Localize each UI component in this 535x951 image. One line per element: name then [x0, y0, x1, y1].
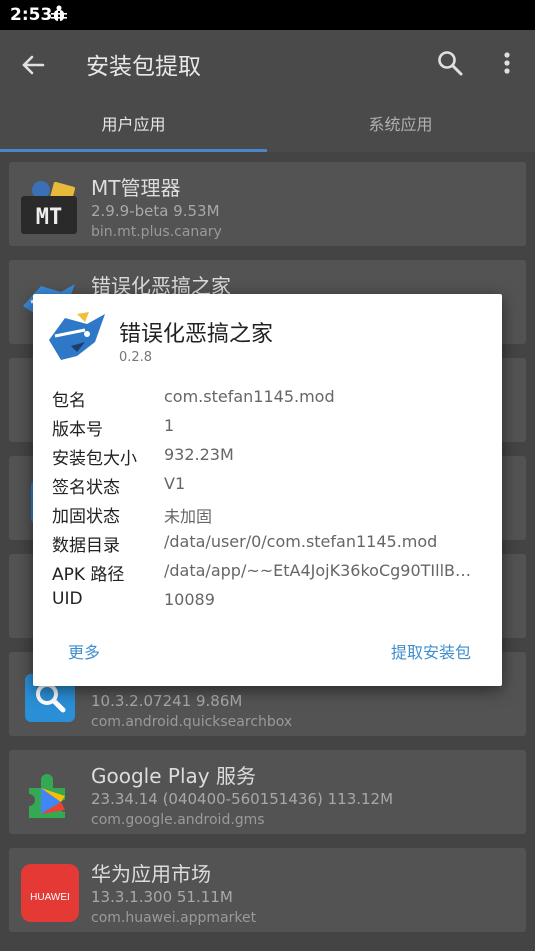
google-play-services-icon: [21, 766, 77, 822]
info-label: 数据目录: [52, 536, 120, 556]
status-time: 2:53: [10, 5, 53, 25]
back-button[interactable]: [16, 48, 50, 82]
bug-icon: [50, 5, 68, 28]
tab-user-apps[interactable]: 用户应用: [0, 102, 267, 152]
tab-bar: 用户应用 系统应用: [0, 102, 535, 152]
search-button[interactable]: [435, 48, 465, 78]
info-value[interactable]: /data/app/~~EtA4JojK36koCg90TIllB…: [164, 561, 471, 580]
more-button[interactable]: 更多: [68, 639, 100, 663]
info-value: 未加固: [164, 507, 213, 526]
info-value: 1: [164, 416, 175, 435]
info-label: 包名: [52, 391, 86, 411]
list-item[interactable]: MT MT管理器 2.9.9-beta 9.53M bin.mt.plus.ca…: [9, 162, 526, 246]
app-version-size: 23.34.14 (040400-560151436) 113.12M: [91, 790, 394, 808]
info-label: UID: [52, 589, 83, 609]
info-label: 版本号: [52, 420, 103, 440]
info-label: 加固状态: [52, 507, 120, 527]
list-item[interactable]: Google Play 服务 23.34.14 (040400-56015143…: [9, 750, 526, 834]
search-icon: [438, 51, 463, 76]
app-package: com.google.android.gms: [91, 812, 265, 828]
app-package: com.android.quicksearchbox: [91, 714, 293, 730]
svg-text:HUAWEI: HUAWEI: [30, 892, 70, 903]
app-version-size: 13.3.1.300 51.11M: [91, 888, 233, 906]
info-value: 932.23M: [164, 445, 234, 464]
arrow-back-icon: [22, 55, 45, 75]
app-mascot-icon: [47, 312, 107, 366]
info-value: 10089: [164, 590, 215, 609]
info-label: APK 路径: [52, 565, 125, 585]
app-version-size: 2.9.9-beta 9.53M: [91, 202, 220, 220]
app-bar: 安装包提取 用户应用 系统应用: [0, 30, 535, 152]
status-bar: 2:53: [0, 0, 535, 30]
extract-apk-button[interactable]: 提取安装包: [391, 639, 471, 663]
huawei-icon: HUAWEI: [21, 864, 79, 922]
tab-system-apps[interactable]: 系统应用: [267, 102, 534, 152]
info-value[interactable]: /data/user/0/com.stefan1145.mod: [164, 532, 437, 551]
svg-text:MT: MT: [36, 205, 63, 230]
dialog-title: 错误化恶搞之家: [119, 322, 274, 347]
app-package: bin.mt.plus.canary: [91, 224, 222, 240]
info-label: 安装包大小: [52, 449, 137, 469]
more-vert-icon: [504, 52, 510, 74]
app-name: MT管理器: [91, 176, 181, 200]
info-value: V1: [164, 474, 186, 493]
list-item[interactable]: HUAWEI 华为应用市场 13.3.1.300 51.11M com.huaw…: [9, 848, 526, 932]
app-version-size: 10.3.2.07241 9.86M: [91, 692, 243, 710]
info-label: 签名状态: [52, 478, 120, 498]
info-value: com.stefan1145.mod: [164, 387, 335, 406]
app-package: com.huawei.appmarket: [91, 910, 257, 926]
page-title: 安装包提取: [86, 54, 201, 80]
mt-manager-icon: MT: [21, 178, 77, 234]
more-options-button[interactable]: [495, 48, 519, 78]
dialog-version: 0.2.8: [119, 350, 153, 365]
app-name: Google Play 服务: [91, 764, 256, 788]
app-name: 华为应用市场: [91, 862, 211, 886]
app-info-dialog: 错误化恶搞之家 0.2.8 包名 com.stefan1145.mod 版本号 1 …: [33, 294, 502, 686]
